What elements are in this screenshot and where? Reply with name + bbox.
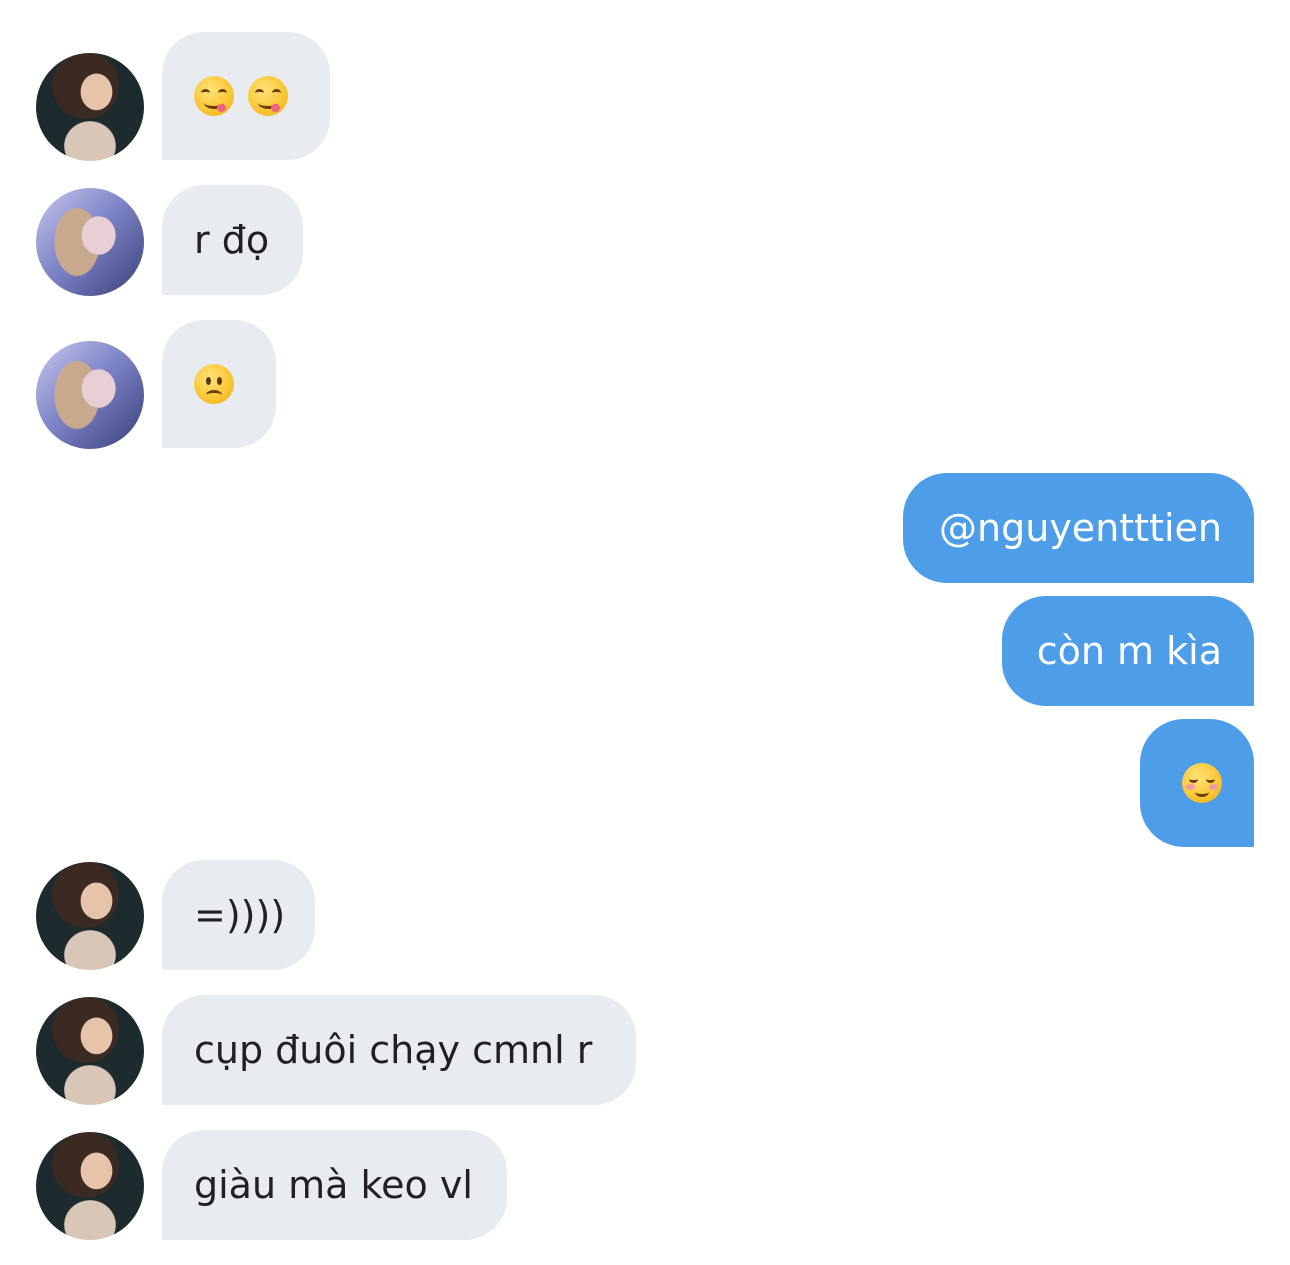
message-bubble-outgoing[interactable]: @nguyentttien [903,473,1254,583]
sender-avatar[interactable] [36,997,144,1105]
message-bubble-incoming[interactable] [162,320,276,448]
message-bubble-incoming[interactable]: giàu mà keo vl [162,1130,507,1240]
message-bubble-incoming[interactable]: cụp đuôi chạy cmnl r [162,995,636,1105]
yum-face-icon [248,76,288,116]
message-text: giàu mà keo vl [194,1163,473,1207]
message-text: cụp đuôi chạy cmnl r [194,1028,593,1072]
message-bubble-incoming[interactable] [162,32,330,160]
message-bubble-incoming[interactable]: =)))) [162,860,315,970]
sender-avatar[interactable] [36,1132,144,1240]
sender-avatar[interactable] [36,862,144,970]
sender-avatar[interactable] [36,53,144,161]
message-text: =)))) [194,893,286,937]
message-bubble-incoming[interactable]: r đọ [162,185,303,295]
message-bubble-outgoing[interactable] [1140,719,1254,847]
slightly-frowning-face-icon [194,364,234,404]
yum-face-icon [194,76,234,116]
sender-avatar[interactable] [36,188,144,296]
sender-avatar[interactable] [36,341,144,449]
message-text: r đọ [194,218,270,262]
message-text: còn m kìa [1036,629,1222,673]
message-text: @nguyentttien [939,506,1222,550]
smiling-face-icon [1182,763,1222,803]
message-bubble-outgoing[interactable]: còn m kìa [1002,596,1254,706]
